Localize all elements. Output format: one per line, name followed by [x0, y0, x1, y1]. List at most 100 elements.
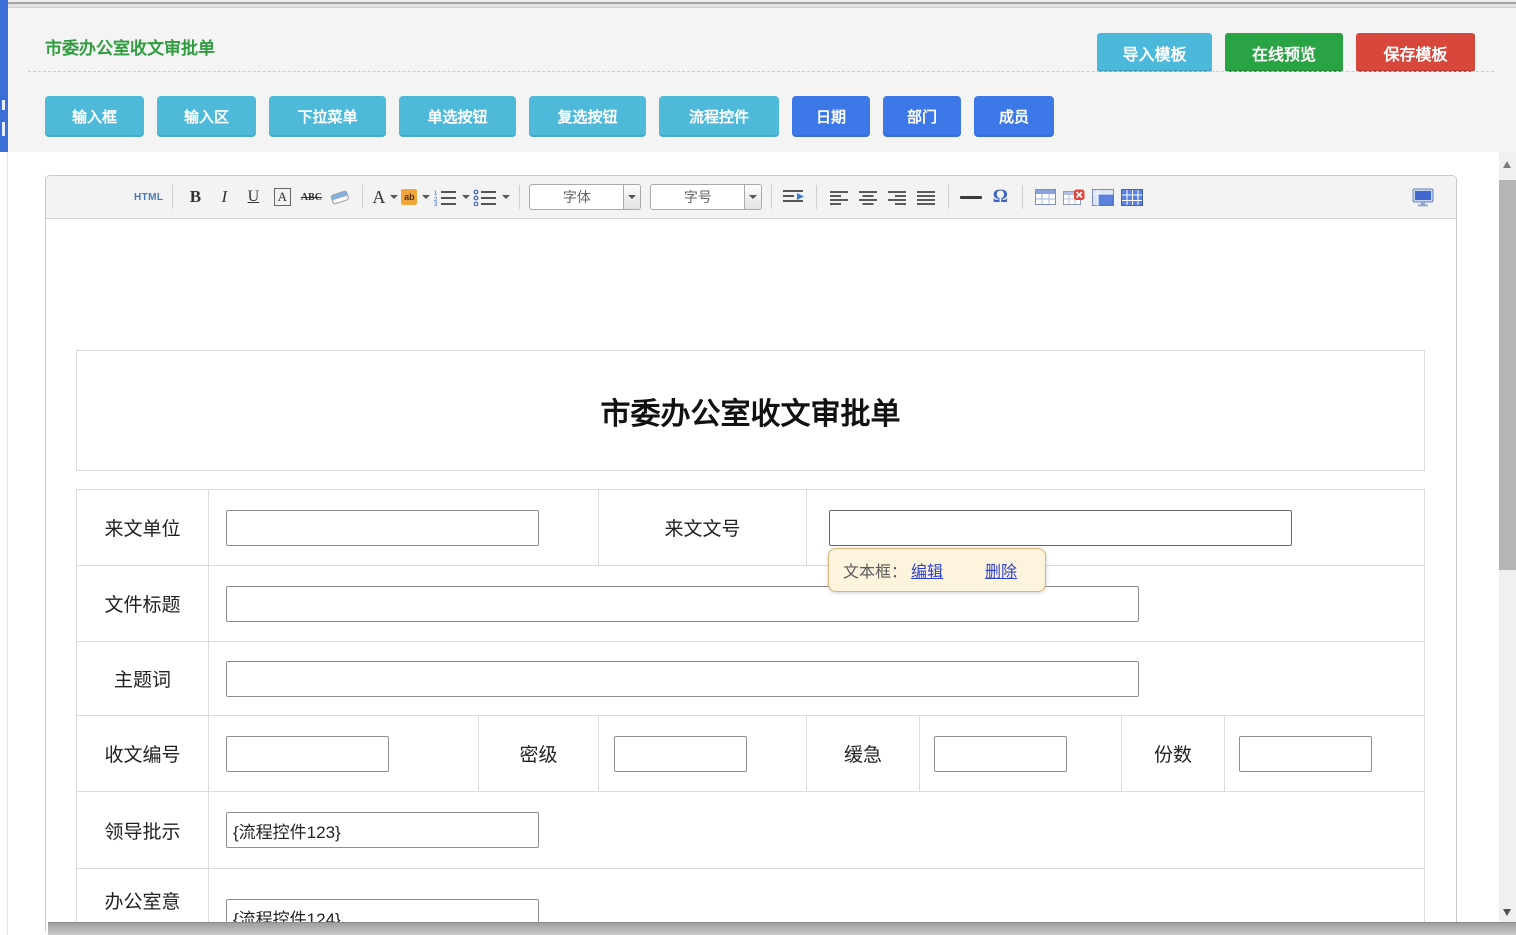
align-center-button[interactable]	[855, 183, 881, 211]
label-receipt-number: 收文编号	[77, 716, 209, 792]
toolbar-separator	[948, 185, 949, 209]
strikethrough-button[interactable]: ABC	[298, 183, 324, 211]
delete-table-button[interactable]	[1061, 183, 1087, 211]
import-template-button[interactable]: 导入模板	[1097, 33, 1212, 72]
highlight-icon: ab	[401, 189, 417, 205]
vertical-scrollbar[interactable]	[1499, 152, 1516, 935]
special-char-button[interactable]: Ω	[987, 183, 1013, 211]
chevron-down-icon	[462, 195, 470, 199]
label-incoming-unit: 来文单位	[77, 490, 209, 566]
table-cell-properties-button[interactable]	[1090, 183, 1116, 211]
save-template-button[interactable]: 保存模板	[1356, 33, 1475, 72]
cell-secrecy-level	[599, 716, 807, 792]
font-family-select[interactable]: 字体	[529, 184, 641, 210]
widget-button-date[interactable]: 日期	[792, 96, 870, 137]
font-size-select[interactable]: 字号	[650, 184, 762, 210]
header-actions: 导入模板 在线预览 保存模板	[1097, 33, 1475, 72]
svg-text:3: 3	[434, 202, 438, 206]
textbox-tooltip: 文本框： 编辑 删除	[828, 548, 1046, 592]
cell-doc-title	[209, 566, 1425, 642]
italic-button[interactable]: I	[211, 183, 237, 211]
edit-link[interactable]: 编辑	[911, 558, 943, 582]
widget-button-input-box[interactable]: 输入框	[45, 96, 144, 137]
align-left-icon	[829, 190, 849, 205]
editor-toolbar: HTML B I U A ABC A ab 1 2	[46, 176, 1456, 219]
underline-button[interactable]: U	[240, 183, 266, 211]
font-size-dropdown-button[interactable]	[744, 185, 761, 209]
html-source-button[interactable]: HTML	[134, 183, 163, 211]
scroll-up-arrow-icon[interactable]	[1503, 161, 1511, 168]
widget-button-flow-control[interactable]: 流程控件	[659, 96, 779, 137]
widget-toolbar: 输入框 输入区 下拉菜单 单选按钮 复选按钮 流程控件 日期 部门 成员	[45, 96, 1054, 137]
header: 市委办公室收文审批单 导入模板 在线预览 保存模板 输入框 输入区 下拉菜单 单…	[8, 8, 1516, 152]
copies-input[interactable]	[1239, 736, 1372, 772]
window-top-edge	[0, 0, 1516, 8]
leader-comments-input[interactable]	[226, 812, 539, 848]
insert-table-button[interactable]	[1032, 183, 1058, 211]
toolbar-separator	[1022, 185, 1023, 209]
widget-button-radio[interactable]: 单选按钮	[399, 96, 516, 137]
horizontal-rule-icon	[960, 196, 982, 199]
incoming-number-input[interactable]	[829, 510, 1292, 546]
subject-words-input[interactable]	[226, 661, 1139, 697]
left-edge-bar	[0, 0, 8, 152]
horizontal-rule-button[interactable]	[958, 183, 984, 211]
boxed-a-icon: A	[274, 188, 291, 206]
align-left-button[interactable]	[826, 183, 852, 211]
scrollbar-thumb[interactable]	[1499, 180, 1516, 570]
font-family-label: 字体	[530, 185, 623, 209]
widget-button-checkbox[interactable]: 复选按钮	[529, 96, 646, 137]
chevron-down-icon	[628, 195, 636, 199]
unordered-list-button[interactable]	[473, 183, 510, 211]
highlight-color-button[interactable]: ab	[401, 183, 430, 211]
left-edge-mark	[2, 100, 5, 110]
incoming-unit-input[interactable]	[226, 510, 539, 546]
chevron-down-icon	[749, 195, 757, 199]
widget-button-department[interactable]: 部门	[883, 96, 961, 137]
secrecy-level-input[interactable]	[614, 736, 747, 772]
cell-properties-button[interactable]	[1119, 183, 1145, 211]
font-color-icon: A	[372, 187, 385, 208]
receipt-number-input[interactable]	[226, 736, 389, 772]
cell-copies	[1225, 716, 1425, 792]
toolbar-separator	[172, 185, 173, 209]
fullscreen-button[interactable]	[1410, 183, 1436, 211]
chevron-down-icon	[390, 195, 398, 199]
justify-button[interactable]	[913, 183, 939, 211]
table-row: 领导批示	[77, 792, 1425, 869]
toolbar-separator	[519, 185, 520, 209]
delete-link[interactable]: 删除	[985, 558, 1017, 582]
bold-button[interactable]: B	[182, 183, 208, 211]
font-color-button[interactable]: A	[372, 183, 398, 211]
editor-content[interactable]: 市委办公室收文审批单 来文单位 来文文号 文件标题	[46, 219, 1456, 934]
remove-format-button[interactable]	[327, 183, 353, 211]
label-incoming-number: 来文文号	[599, 490, 807, 566]
format-block-button[interactable]: A	[269, 183, 295, 211]
online-preview-button[interactable]: 在线预览	[1225, 33, 1343, 72]
table-row: 来文单位 来文文号	[77, 490, 1425, 566]
urgency-input[interactable]	[934, 736, 1067, 772]
tooltip-label: 文本框：	[843, 558, 907, 582]
ordered-list-button[interactable]: 1 2 3	[433, 183, 470, 211]
eraser-icon	[329, 189, 351, 206]
scroll-down-arrow-icon[interactable]	[1503, 909, 1511, 916]
indent-button[interactable]	[781, 183, 807, 211]
justify-icon	[916, 190, 936, 205]
toolbar-separator	[362, 185, 363, 209]
align-right-icon	[887, 190, 907, 205]
cell-urgency	[920, 716, 1122, 792]
table-row: 文件标题	[77, 566, 1425, 642]
cell-receipt-number	[209, 716, 479, 792]
cell-subject-words	[209, 642, 1425, 716]
widget-button-member[interactable]: 成员	[974, 96, 1054, 137]
table-row: 主题词	[77, 642, 1425, 716]
align-right-button[interactable]	[884, 183, 910, 211]
table-row: 收文编号 密级 缓急 份数	[77, 716, 1425, 792]
widget-button-input-area[interactable]: 输入区	[157, 96, 256, 137]
align-center-icon	[858, 190, 878, 205]
font-size-label: 字号	[651, 185, 744, 209]
widget-button-dropdown[interactable]: 下拉菜单	[269, 96, 386, 137]
form-title-cell: 市委办公室收文审批单	[76, 350, 1425, 471]
font-family-dropdown-button[interactable]	[623, 185, 640, 209]
chevron-down-icon	[502, 195, 510, 199]
